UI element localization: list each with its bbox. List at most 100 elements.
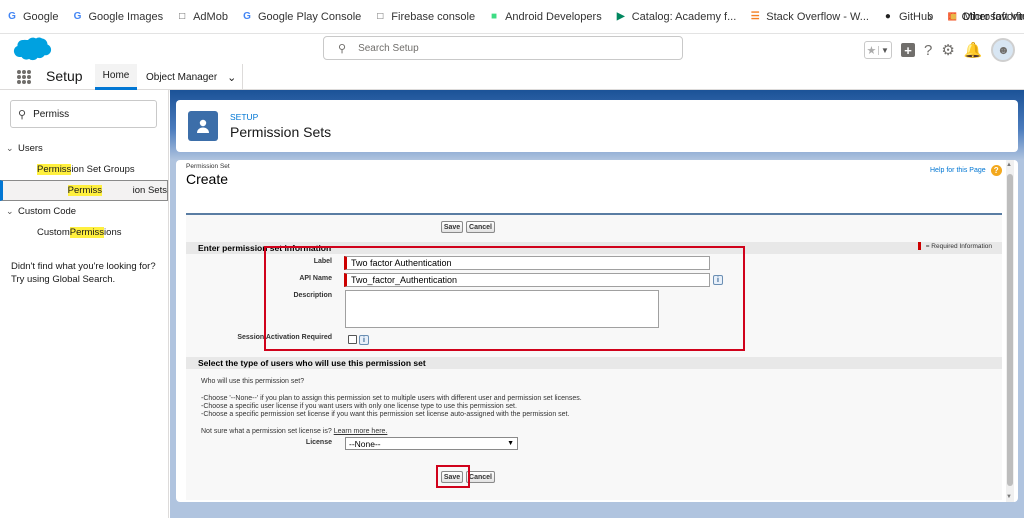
google-icon: G — [73, 11, 82, 22]
search-icon: ⚲ — [18, 108, 27, 121]
scrollbar-thumb[interactable] — [1007, 174, 1013, 486]
salesforce-logo-icon[interactable] — [12, 37, 52, 63]
quick-find-input[interactable]: ⚲ Permiss — [10, 100, 157, 128]
not-found-hint: Didn't find what you're looking for? Try… — [11, 260, 161, 286]
google-icon: G — [8, 11, 16, 22]
page-icon: □ — [377, 11, 384, 22]
setup-tree: ⌄ Users Permiss ion Set Groups Permiss ion… — [0, 138, 168, 243]
instruction-user-license: -Choose a specific user license if you w… — [201, 403, 517, 410]
tree-group-custom-code[interactable]: ⌄ Custom Code — [0, 201, 168, 222]
other-favorites-label: Other favorites — [961, 11, 1024, 23]
bookmark-label: Catalog: Academy f... — [631, 10, 737, 23]
instruction-psl: -Choose a specific permission set licens… — [201, 411, 570, 418]
tree-item-text: ions — [104, 227, 122, 238]
github-icon: ● — [884, 11, 891, 22]
highlight-box — [264, 246, 745, 351]
scrollbar[interactable]: ▲ ▼ — [1006, 160, 1014, 502]
who-question: Who will use this permission set? — [201, 378, 305, 385]
bell-icon[interactable]: 🔔 — [964, 41, 983, 59]
bookmark-item[interactable]: □ AdMob — [176, 11, 228, 23]
bookmark-item[interactable]: G Google Images — [71, 10, 164, 23]
page-title: Permission Sets — [230, 124, 332, 140]
save-button[interactable]: Save — [441, 221, 463, 233]
tree-group-label: Users — [18, 143, 43, 154]
tree-item-highlight: Permiss — [37, 164, 72, 175]
cancel-button[interactable]: Cancel — [466, 221, 495, 233]
tab-object-manager[interactable]: Object Manager ⌄ — [140, 64, 244, 90]
folder-icon: ■ — [950, 11, 957, 23]
tree-item-text: Custom — [37, 227, 70, 238]
permission-set-form: Save Cancel Enter permission set informa… — [186, 213, 1002, 500]
chevron-down-icon[interactable]: ⌄ — [227, 71, 236, 84]
help-link[interactable]: Help for this Page ? — [930, 165, 1002, 176]
bookmark-item[interactable]: G Google — [6, 11, 58, 23]
stackoverflow-icon: ☰ — [750, 11, 760, 22]
not-found-line: Didn't find what you're looking for? — [11, 261, 156, 272]
license-selected-value: --None-- — [349, 438, 381, 449]
bookmark-label: Google Images — [88, 10, 164, 23]
license-help: Not sure what a permission set license i… — [201, 428, 387, 435]
quick-find-value: Permiss — [33, 108, 70, 120]
bookmark-label: Stack Overflow - W... — [766, 10, 869, 23]
required-legend-text: = Required Information — [925, 242, 992, 250]
page-icon: □ — [179, 11, 186, 22]
chevron-down-icon[interactable]: ⌄ — [6, 206, 18, 217]
highlight-box — [436, 465, 470, 488]
android-icon: ■ — [491, 11, 498, 22]
tree-item-permission-set-groups[interactable]: Permiss ion Set Groups — [0, 159, 168, 180]
scroll-down-icon[interactable]: ▼ — [1006, 494, 1012, 500]
play-icon: ▶ — [616, 11, 625, 22]
section-title: Select the type of users who will use th… — [198, 358, 426, 368]
chevron-down-icon[interactable]: ⌄ — [6, 143, 18, 154]
setup-search-input[interactable]: ⚲ Search Setup — [323, 36, 683, 60]
tree-item-highlight: Permiss — [69, 227, 105, 238]
chevron-right-icon[interactable]: › — [928, 9, 932, 24]
user-icon — [188, 111, 218, 141]
help-link-text[interactable]: Help for this Page — [930, 167, 986, 174]
bookmark-item[interactable]: □ Firebase console — [374, 11, 475, 23]
license-select[interactable]: --None-- ▼ — [345, 437, 518, 450]
instruction-none: -Choose '--None--' if you plan to assign… — [201, 395, 582, 402]
other-favorites[interactable]: ■ Other favorites — [950, 11, 1024, 23]
cancel-button-bottom[interactable]: Cancel — [466, 471, 495, 483]
tab-home[interactable]: Home — [95, 64, 137, 90]
bookmark-item[interactable]: ■ Android Developers — [488, 11, 602, 23]
tree-item-custom-permissions[interactable]: Custom Permiss ions — [0, 222, 168, 243]
tree-group-users[interactable]: ⌄ Users — [0, 138, 168, 159]
bookmark-item[interactable]: ☰ Stack Overflow - W... — [749, 11, 869, 23]
setup-sidebar: ⚲ Permiss ⌄ Users Permiss ion Set Groups … — [0, 90, 169, 518]
scroll-up-icon[interactable]: ▲ — [1006, 162, 1012, 168]
bookmarks-bar: G Google G Google Images □ AdMob G Google Play … — [0, 0, 1024, 34]
chevron-down-icon[interactable]: ▼ — [877, 45, 891, 55]
section-user-type: Select the type of users who will use th… — [186, 357, 1002, 369]
search-placeholder: Search Setup — [358, 42, 419, 54]
learn-more-link[interactable]: Learn more here. — [334, 428, 388, 435]
chevron-down-icon[interactable]: ▼ — [507, 440, 517, 447]
not-found-line: Try using Global Search. — [11, 274, 116, 285]
app-nav: Setup Home Object Manager ⌄ — [0, 64, 1024, 90]
help-icon[interactable]: ? — [990, 165, 1002, 176]
bookmark-item[interactable]: ▶ Catalog: Academy f... — [615, 10, 737, 23]
tree-item-text: ion Set Groups — [71, 164, 135, 175]
license-help-text: Not sure what a permission set license i… — [201, 428, 332, 435]
page-header: SETUP Permission Sets — [176, 100, 1018, 152]
bookmark-label: AdMob — [193, 10, 228, 23]
app-launcher-icon[interactable] — [17, 70, 31, 84]
create-permission-set-panel: Permission Set Create Help for this Page… — [176, 160, 1018, 502]
help-icon[interactable]: ? — [924, 42, 932, 59]
tree-item-highlight: Permiss — [67, 185, 102, 196]
bookmark-item[interactable]: ● GitHub — [882, 11, 933, 23]
tab-object-manager-label: Object Manager — [146, 71, 218, 83]
header-icons: ★ ▼ + ? ⚙ 🔔 ☻ — [864, 38, 1016, 62]
tree-item-permission-sets[interactable]: Permiss ion Sets — [0, 180, 168, 201]
main-content: SETUP Permission Sets Permission Set Cre… — [170, 90, 1024, 518]
avatar[interactable]: ☻ — [991, 38, 1016, 62]
gear-icon[interactable]: ⚙ — [941, 41, 954, 59]
app-title: Setup — [46, 68, 83, 84]
required-legend: = Required Information — [917, 242, 992, 250]
record-type-caption: Permission Set — [186, 163, 230, 170]
global-actions-button[interactable]: + — [901, 43, 915, 58]
bookmark-item[interactable]: G Google Play Console — [241, 11, 361, 23]
favorites-button[interactable]: ★ ▼ — [864, 41, 892, 59]
star-icon[interactable]: ★ — [865, 44, 878, 57]
